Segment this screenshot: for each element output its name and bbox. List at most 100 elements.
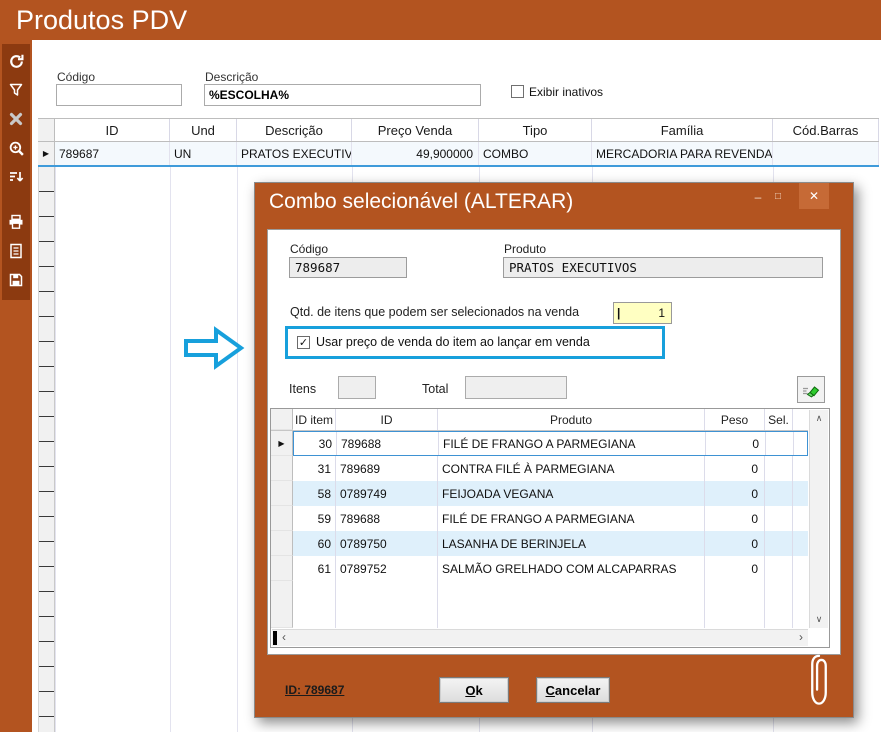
empty-cell: [336, 581, 438, 628]
cell-extra: [794, 432, 807, 455]
report-button[interactable]: [3, 238, 29, 264]
combo-item-row[interactable]: ▶30789688FILÉ DE FRANGO A PARMEGIANA0: [271, 431, 808, 456]
grid-col-preco[interactable]: Preço Venda: [352, 119, 479, 141]
exibir-inativos-checkbox[interactable]: [511, 85, 524, 98]
items-col-peso[interactable]: Peso: [705, 409, 765, 430]
save-icon: [8, 272, 24, 288]
combo-items-table-body: ID item ID Produto Peso Sel. ▶30789688FI…: [271, 409, 808, 628]
cell-preco: 49,900000: [352, 142, 479, 165]
total-field: [465, 376, 567, 399]
empty-row-tick: [39, 667, 54, 692]
usar-preco-label: Usar preço de venda do item ao lançar em…: [316, 335, 590, 349]
scroll-position-mark: [273, 631, 277, 645]
empty-row-tick: [39, 317, 54, 342]
refresh-button[interactable]: [3, 48, 29, 74]
items-col-produto[interactable]: Produto: [438, 409, 705, 430]
cell-id: 0789750: [336, 531, 438, 556]
grid-col-tipo[interactable]: Tipo: [479, 119, 592, 141]
items-col-sel[interactable]: Sel.: [765, 409, 793, 430]
cell-peso: 0: [705, 506, 765, 531]
cell-extra: [793, 506, 808, 531]
cell-id-item: 30: [294, 432, 337, 455]
page-title: Produtos PDV: [16, 2, 187, 38]
qtd-input[interactable]: | 1: [613, 302, 672, 324]
scroll-down-icon[interactable]: ∨: [810, 614, 828, 625]
table-row[interactable]: ▶ 789687 UN PRATOS EXECUTIVOS 49,900000 …: [38, 142, 879, 167]
items-col-extra: [793, 409, 808, 430]
row-cells: 610789752SALMÃO GRELHADO COM ALCAPARRAS0: [293, 556, 808, 581]
combo-item-row[interactable]: 610789752SALMÃO GRELHADO COM ALCAPARRAS0: [271, 556, 808, 581]
cell-descricao: PRATOS EXECUTIVOS: [237, 142, 352, 165]
eraser-icon: [802, 382, 821, 398]
empty-cell: [793, 581, 808, 628]
items-col-id[interactable]: ID: [336, 409, 438, 430]
attachment-button[interactable]: [805, 653, 833, 712]
combo-items-table: ID item ID Produto Peso Sel. ▶30789688FI…: [270, 408, 830, 648]
grid-col-descricao[interactable]: Descrição: [237, 119, 352, 141]
items-col-id-item[interactable]: ID item: [293, 409, 336, 430]
app-window: Produtos PDV: [0, 0, 881, 732]
empty-row-tick: [39, 242, 54, 267]
cell-tipo: COMBO: [479, 142, 592, 165]
grid-col-und[interactable]: Und: [170, 119, 237, 141]
codigo-filter-input[interactable]: [56, 84, 182, 106]
row-indicator: [271, 506, 293, 531]
empty-cell: [765, 581, 793, 628]
sort-button[interactable]: [3, 164, 29, 190]
empty-row-tick: [39, 342, 54, 367]
combo-item-row[interactable]: 31789689CONTRA FILÉ À PARMEGIANA0: [271, 456, 808, 481]
row-indicator: [271, 456, 293, 481]
combo-items-header: ID item ID Produto Peso Sel.: [271, 409, 808, 431]
descricao-filter-input[interactable]: [204, 84, 481, 106]
row-indicator: [271, 556, 293, 581]
grid-col-familia[interactable]: Família: [592, 119, 773, 141]
empty-row-tick: [39, 417, 54, 442]
cell-peso: 0: [706, 432, 766, 455]
cancel-button[interactable]: Cancelar: [536, 677, 610, 703]
minimize-button[interactable]: –: [749, 189, 767, 207]
empty-row-tick: [39, 542, 54, 567]
filter-button[interactable]: [3, 77, 29, 103]
cell-id: 789689: [336, 456, 438, 481]
record-id-link[interactable]: ID: 789687: [285, 683, 344, 697]
text-cursor: |: [617, 303, 620, 323]
close-button[interactable]: ✕: [799, 183, 829, 209]
items-horizontal-scrollbar[interactable]: ‹ ›: [272, 629, 808, 646]
paperclip-icon: [805, 653, 833, 707]
ok-button[interactable]: Ok: [439, 677, 509, 703]
maximize-button[interactable]: □: [769, 189, 787, 207]
gutter-filler: [271, 581, 293, 628]
empty-row-tick: [39, 492, 54, 517]
qtd-label: Qtd. de itens que podem ser selecionados…: [290, 305, 579, 319]
cell-id-item: 61: [293, 556, 336, 581]
grid-header: ID Und Descrição Preço Venda Tipo Famíli…: [38, 118, 879, 142]
combo-item-row[interactable]: 59789688FILÉ DE FRANGO A PARMEGIANA0: [271, 506, 808, 531]
items-vertical-scrollbar[interactable]: ∧ ∨: [809, 410, 828, 628]
zoom-button[interactable]: [3, 135, 29, 161]
row-cells: 600789750LASANHA DE BERINJELA0: [293, 531, 808, 556]
scroll-left-icon[interactable]: ‹: [282, 630, 286, 645]
combo-item-row[interactable]: 580789749FEIJOADA VEGANA0: [271, 481, 808, 506]
save-button[interactable]: [3, 267, 29, 293]
cell-peso: 0: [705, 556, 765, 581]
grid-col-id[interactable]: ID: [55, 119, 170, 141]
usar-preco-checkbox[interactable]: ✓: [297, 336, 310, 349]
combo-item-row[interactable]: 600789750LASANHA DE BERINJELA0: [271, 531, 808, 556]
scroll-right-icon[interactable]: ›: [799, 630, 803, 645]
print-button[interactable]: [3, 209, 29, 235]
app-titlebar: Produtos PDV: [0, 0, 881, 40]
empty-row-tick: [39, 692, 54, 717]
row-cells: 30789688FILÉ DE FRANGO A PARMEGIANA0: [293, 431, 808, 456]
clear-filter-button[interactable]: [3, 106, 29, 132]
cell-extra: [793, 556, 808, 581]
produto-label: Produto: [504, 242, 546, 256]
empty-row-tick: [39, 517, 54, 542]
scroll-up-icon[interactable]: ∧: [810, 413, 828, 424]
sidebar-toolbar: [2, 44, 30, 300]
empty-row-tick: [39, 217, 54, 242]
cell-und: UN: [170, 142, 237, 165]
grid-col-codbarras[interactable]: Cód.Barras: [773, 119, 879, 141]
empty-row-tick: [39, 592, 54, 617]
combo-dialog: Combo selecionável (ALTERAR) – □ ✕ Códig…: [254, 182, 854, 718]
clear-selection-button[interactable]: [797, 376, 825, 403]
